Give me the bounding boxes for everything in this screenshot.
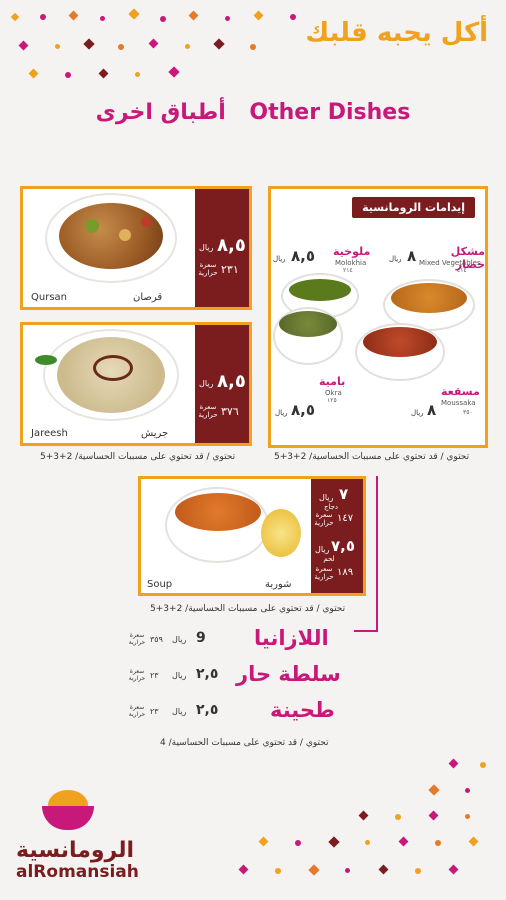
qursan-calorie-unit: سعرة حرارية [198, 261, 218, 277]
soup-en-label: Soup [147, 579, 173, 590]
moussaka-en: Moussaka [441, 399, 476, 407]
jareesh-price: ٨,٥ [217, 371, 246, 392]
jareesh-card[interactable]: Jareesh جريش ٨,٥ ريال ٣٧٦ سعرة حرارية [20, 322, 252, 446]
okra-price: ٨,٥ [291, 401, 316, 419]
jareesh-en-label: Jareesh [31, 428, 68, 439]
extra-tahini-name: طحينة [270, 698, 335, 722]
mixed-vegetables-calories: ٤١٤ [457, 267, 467, 274]
soup-meat-type: لحم [323, 555, 335, 563]
soup-chicken-currency: ريال [319, 493, 334, 502]
qursan-card[interactable]: Qursan قرصان ٨,٥ ريال ٢٣١ سعرة حرارية [20, 186, 252, 310]
extra-tahini-price: ٢,٥ [196, 702, 219, 718]
okra-calories: ١٢٥ [327, 397, 337, 404]
extra-lasagna-price: 9 [196, 630, 206, 646]
soup-meat-calories: ١٨٩ [337, 567, 354, 578]
side-dishes-allergen-note: تحتوي / قد تحتوي على مسببات الحساسية/ 2+… [274, 452, 470, 462]
side-dishes-card[interactable]: إيدامات الرومانسية ملوخية Molokhia ٢١٤ ٨… [268, 186, 488, 448]
molokhia-price: ٨,٥ [291, 247, 316, 265]
section-title: أطباق اخرى Other Dishes [0, 100, 506, 125]
qursan-en-label: Qursan [31, 292, 67, 303]
qursan-price: ٨,٥ [217, 235, 246, 256]
okra-en: Okra [325, 389, 342, 397]
extra-tahini-currency: ريال [172, 707, 187, 716]
moussaka-name: مسقعة [441, 385, 480, 398]
extra-spicy-salad-calories: ٢٣ [150, 671, 159, 680]
section-title-en: Other Dishes [249, 100, 411, 125]
molokhia-name: ملوخية [333, 245, 371, 258]
molokhia-en: Molokhia [335, 259, 367, 267]
qursan-price-panel: ٨,٥ ريال ٢٣١ سعرة حرارية [195, 189, 249, 307]
bracket-horizontal [354, 630, 378, 632]
tagline: أكل يحبه قلبك [305, 18, 488, 48]
jareesh-allergen-note: تحتوي / قد تحتوي على مسببات الحساسية/ 2+… [40, 452, 236, 462]
extra-spicy-salad-calorie-unit: سعرة حرارية [128, 668, 146, 682]
extra-lasagna-calories: ٣٥٩ [150, 635, 163, 644]
qursan-calories: ٢٣١ [221, 263, 239, 276]
jareesh-price-panel: ٨,٥ ريال ٣٧٦ سعرة حرارية [195, 325, 249, 443]
soup-chicken-calories: ١٤٧ [337, 513, 354, 524]
qursan-ar-label: قرصان [133, 292, 163, 303]
brand-name-ar: الرومانسية [16, 838, 135, 863]
bracket-vertical [376, 476, 378, 630]
extra-tahini-calorie-unit: سعرة حرارية [128, 704, 146, 718]
extras-allergen-note: تحتوي / قد تحتوي على مسببات الحساسية/ 4 [160, 738, 329, 748]
extra-spicy-salad-currency: ريال [172, 671, 187, 680]
decorative-pattern-bottom [200, 756, 500, 896]
brand-name-en: alRomansiah [16, 862, 139, 882]
jareesh-calories: ٣٧٦ [221, 405, 239, 418]
extra-lasagna-name: اللازانيا [254, 626, 329, 650]
decorative-pattern-top [0, 0, 330, 90]
soup-ar-label: شوربة [265, 579, 292, 590]
moussaka-calories: ٣٥٠ [463, 409, 473, 416]
qursan-currency: ريال [199, 243, 214, 252]
soup-chicken-type: دجاج [323, 503, 339, 511]
mixed-vegetables-price: ٨ [407, 247, 417, 265]
extra-lasagna-currency: ريال [172, 635, 187, 644]
extra-spicy-salad-name: سلطة حار [236, 662, 341, 686]
jareesh-currency: ريال [199, 379, 214, 388]
mixed-vegetables-currency: ريال [389, 255, 402, 263]
qursan-photo [23, 189, 198, 307]
soup-price-panel: ٧ ريال دجاج ١٤٧ سعرة حرارية ٧,٥ ريال لحم… [311, 479, 363, 593]
jareesh-ar-label: جريش [141, 428, 169, 439]
okra-name: بامية [319, 375, 346, 388]
side-dishes-title: إيدامات الرومانسية [352, 197, 475, 218]
moussaka-price: ٨ [427, 401, 437, 419]
molokhia-currency: ريال [273, 255, 286, 263]
extra-lasagna-calorie-unit: سعرة حرارية [128, 632, 146, 646]
section-title-ar: أطباق اخرى [95, 100, 226, 125]
soup-meat-price: ٧,٥ [331, 537, 356, 555]
extra-tahini-calories: ٢٣ [150, 707, 159, 716]
extra-spicy-salad-price: ٢,٥ [196, 666, 219, 682]
brand-logo-mark [42, 790, 94, 832]
soup-chicken-price: ٧ [339, 485, 349, 503]
soup-photo [141, 479, 311, 593]
soup-card[interactable]: Soup شوربة ٧ ريال دجاج ١٤٧ سعرة حرارية ٧… [138, 476, 366, 596]
soup-chicken-calorie-unit: سعرة حرارية [314, 511, 334, 527]
okra-currency: ريال [275, 409, 288, 417]
mixed-vegetables-en: Mixed Vegetables [419, 259, 481, 267]
soup-allergen-note: تحتوي / قد تحتوي على مسببات الحساسية/ 2+… [150, 604, 346, 614]
soup-meat-currency: ريال [315, 545, 330, 554]
jareesh-photo [23, 325, 198, 443]
molokhia-calories: ٢١٤ [343, 267, 353, 274]
soup-meat-calorie-unit: سعرة حرارية [314, 565, 334, 581]
jareesh-calorie-unit: سعرة حرارية [198, 403, 218, 419]
moussaka-currency: ريال [411, 409, 424, 417]
